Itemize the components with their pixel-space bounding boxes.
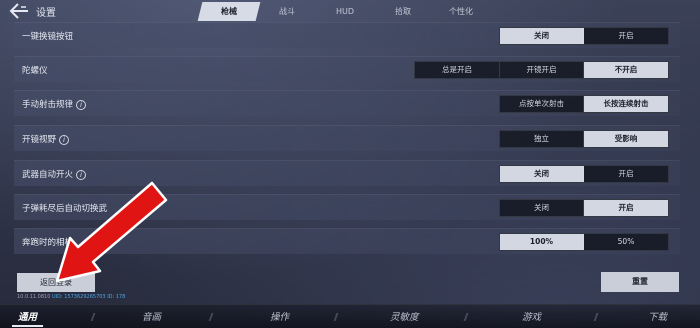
nav-controls[interactable]: 操作 [270, 309, 289, 323]
option-hold-continuous-fire[interactable]: 长按连续射击 [584, 96, 668, 112]
option-on[interactable]: 开启 [584, 200, 668, 216]
nav-separator [463, 313, 469, 321]
option-group: 100% 50% [499, 233, 669, 251]
tab-hud[interactable]: HUD [314, 2, 377, 21]
option-scope-on[interactable]: 开镜开启 [500, 62, 584, 78]
option-50-percent[interactable]: 50% [584, 234, 668, 250]
option-off[interactable]: 不开启 [584, 62, 668, 78]
nav-sensitivity[interactable]: 灵敏度 [390, 309, 419, 323]
version-info: 10.0.11.0810 UID: 1573629265703 ID: 178 [17, 294, 126, 300]
reset-button[interactable]: 重置 [601, 272, 679, 292]
option-tap-single-shot[interactable]: 点按单次射击 [500, 96, 584, 112]
option-group: 独立 受影响 [499, 130, 669, 148]
back-arrow-icon[interactable] [9, 3, 29, 19]
setting-label: 奔跑时的相机 [22, 238, 74, 248]
setting-row-scope-switch-button: 一键换镜按钮 关闭 开启 [14, 22, 680, 48]
option-group: 点按单次射击 长按连续射击 [499, 95, 669, 113]
setting-label: 开镜视野 i [22, 133, 70, 145]
setting-label: 子弹耗尽后自动切换武 [22, 204, 108, 214]
nav-separator [333, 313, 339, 321]
info-icon[interactable]: i [76, 169, 87, 180]
tab-pickup[interactable]: 拾取 [372, 2, 435, 21]
page-title: 设置 [36, 8, 56, 19]
setting-row-scope-fov: 开镜视野 i 独立 受影响 [14, 125, 680, 151]
option-on[interactable]: 开启 [584, 28, 668, 44]
option-always-on[interactable]: 总是开启 [415, 62, 500, 78]
option-group: 关闭 开启 [499, 165, 669, 183]
top-bar: 设置 枪械 战斗 HUD 拾取 个性化 [0, 0, 700, 22]
setting-label: 陀螺仪 [22, 66, 48, 76]
option-off[interactable]: 关闭 [500, 166, 584, 182]
setting-label: 一键换镜按钮 [22, 32, 74, 42]
uid-link[interactable]: UID: 1573629265703 ID: 178 [52, 294, 125, 300]
setting-row-running-camera: 奔跑时的相机 100% 50% [14, 228, 680, 254]
nav-separator [593, 313, 599, 321]
setting-row-gyroscope: 陀螺仪 总是开启 开镜开启 不开启 [14, 56, 680, 82]
bottom-nav: 通用 音画 操作 灵敏度 游戏 下载 [0, 304, 700, 328]
option-100-percent[interactable]: 100% [500, 234, 584, 250]
option-independent[interactable]: 独立 [500, 131, 584, 147]
info-icon[interactable]: i [76, 99, 87, 110]
category-tabs: 枪械 战斗 HUD 拾取 个性化 [197, 2, 493, 21]
setting-row-auto-switch-weapon: 子弹耗尽后自动切换武 关闭 开启 [14, 194, 680, 220]
setting-label: 手动射击规律 i [22, 98, 87, 110]
option-affected[interactable]: 受影响 [584, 131, 668, 147]
nav-separator [208, 313, 214, 321]
tab-firearms[interactable]: 枪械 [197, 2, 261, 21]
info-icon[interactable]: i [59, 134, 70, 145]
setting-label: 武器自动开火 i [22, 168, 87, 180]
option-off[interactable]: 关闭 [500, 200, 584, 216]
nav-general[interactable]: 通用 [11, 309, 44, 327]
option-on[interactable]: 开启 [584, 166, 668, 182]
setting-row-manual-fire-mode: 手动射击规律 i 点按单次射击 长按连续射击 [14, 90, 680, 116]
option-group: 关闭 开启 [499, 27, 669, 45]
nav-game[interactable]: 游戏 [522, 309, 541, 323]
option-off[interactable]: 关闭 [500, 28, 584, 44]
option-group: 总是开启 开镜开启 不开启 [414, 61, 669, 79]
option-group: 关闭 开启 [499, 199, 669, 217]
tab-combat[interactable]: 战斗 [256, 2, 319, 21]
back-to-login-button[interactable]: 返回登录 [17, 273, 95, 292]
tab-personalize[interactable]: 个性化 [430, 2, 493, 21]
nav-download[interactable]: 下载 [648, 309, 667, 323]
nav-separator [90, 313, 96, 321]
setting-row-auto-fire: 武器自动开火 i 关闭 开启 [14, 160, 680, 186]
nav-audio-video[interactable]: 音画 [142, 309, 161, 323]
